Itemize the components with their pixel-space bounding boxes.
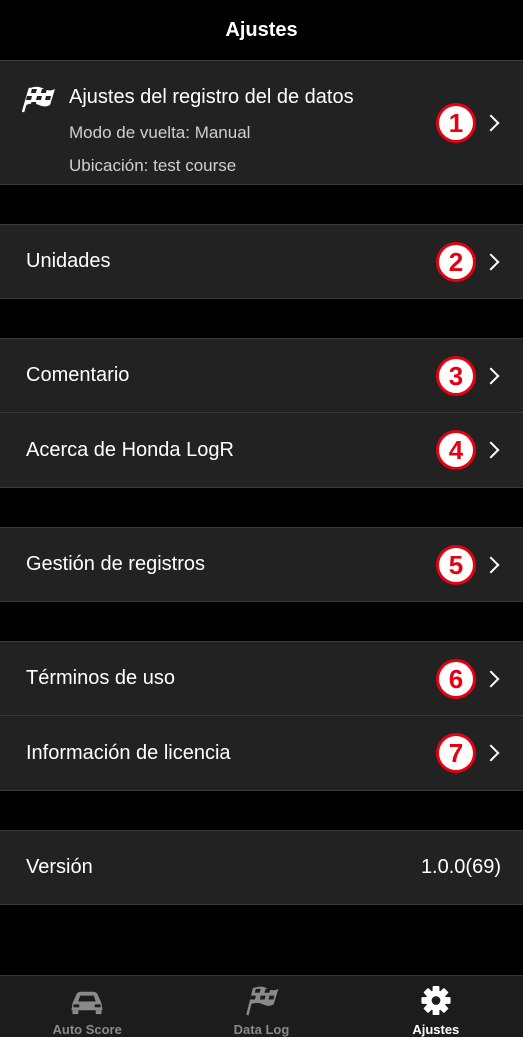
location-text: Ubicación: test course <box>69 156 237 175</box>
license-row[interactable]: Información de licencia 7 <box>0 715 523 791</box>
about-label: Acerca de Honda LogR <box>26 438 234 461</box>
terms-row[interactable]: Términos de uso 6 <box>0 641 523 716</box>
units-label: Unidades <box>26 250 111 272</box>
tab-label: Ajustes <box>412 1022 460 1037</box>
car-icon <box>71 991 103 1015</box>
version-row: Versión 1.0.0(69) <box>0 830 523 905</box>
gear-icon <box>421 985 451 1016</box>
header: Ajustes <box>0 0 523 60</box>
tab-auto-score[interactable]: Auto Score <box>0 976 174 1037</box>
number-badge: 6 <box>436 658 476 699</box>
log-settings-row[interactable]: Ajustes del registro del de datos Modo d… <box>0 60 523 185</box>
number-badge: 3 <box>436 355 476 396</box>
terms-label: Términos de uso <box>26 667 175 689</box>
number-badge: 1 <box>436 102 476 143</box>
number-badge: 5 <box>436 544 476 585</box>
chevron-right-icon <box>482 744 500 762</box>
comment-row[interactable]: Comentario 3 <box>0 338 523 413</box>
units-row[interactable]: Unidades 2 <box>0 224 523 299</box>
tab-bar: Auto Score Data Log Ajustes <box>0 975 523 1037</box>
chevron-right-icon <box>482 441 500 459</box>
version-label: Versión <box>26 856 93 878</box>
log-management-row[interactable]: Gestión de registros 5 <box>0 527 523 602</box>
page-title: Ajustes <box>225 18 298 41</box>
log-management-label: Gestión de registros <box>26 553 205 575</box>
checkered-flag-icon <box>21 86 55 113</box>
checkered-flag-icon <box>246 986 279 1016</box>
number-badge: 2 <box>436 241 476 282</box>
tab-ajustes[interactable]: Ajustes <box>349 976 523 1037</box>
license-label: Información de licencia <box>26 741 231 764</box>
version-value: 1.0.0(69) <box>420 856 501 878</box>
about-row[interactable]: Acerca de Honda LogR 4 <box>0 412 523 488</box>
number-badge: 7 <box>436 733 476 773</box>
chevron-right-icon <box>482 670 500 687</box>
tab-label: Data Log <box>233 1022 290 1037</box>
tab-data-log[interactable]: Data Log <box>174 976 348 1037</box>
log-settings-title: Ajustes del registro del de datos <box>69 86 354 108</box>
chevron-right-icon <box>482 556 500 573</box>
number-badge: 4 <box>436 430 476 470</box>
chevron-right-icon <box>482 114 500 131</box>
chevron-right-icon <box>482 253 500 270</box>
lap-mode-text: Modo de vuelta: Manual <box>69 123 251 142</box>
tab-label: Auto Score <box>52 1022 122 1037</box>
chevron-right-icon <box>482 367 500 384</box>
comment-label: Comentario <box>26 364 130 386</box>
